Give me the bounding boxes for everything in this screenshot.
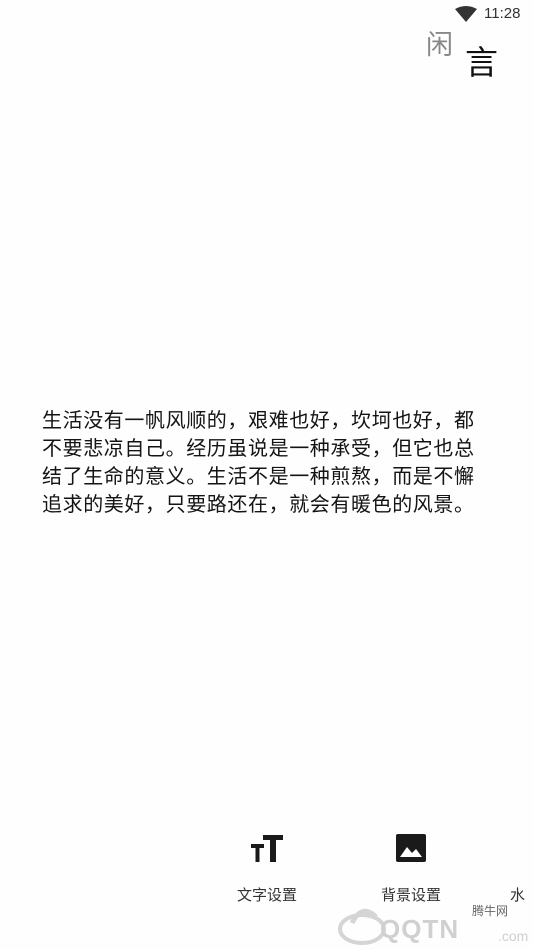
text-settings-button[interactable]: 文字设置 [222,830,312,905]
watermark-brand: QQTN [380,914,460,944]
quote-text: 生活没有一帆风顺的，艰难也好，坎坷也好，都不要悲凉自己。经历虽说是一种承受，但它… [42,408,475,516]
text-settings-label: 文字设置 [236,886,297,904]
text-size-icon [250,830,284,864]
status-time: 11:28 [484,5,521,22]
watermark-site-name: 腾牛网 [472,904,509,918]
app-title-second-char: 言 [465,43,498,82]
wifi-icon [455,6,477,22]
app-title-first-char: 闲 [426,30,453,61]
image-icon [394,830,428,864]
status-bar: 11:28 [0,0,534,28]
watermark-suffix: .com [498,928,529,944]
